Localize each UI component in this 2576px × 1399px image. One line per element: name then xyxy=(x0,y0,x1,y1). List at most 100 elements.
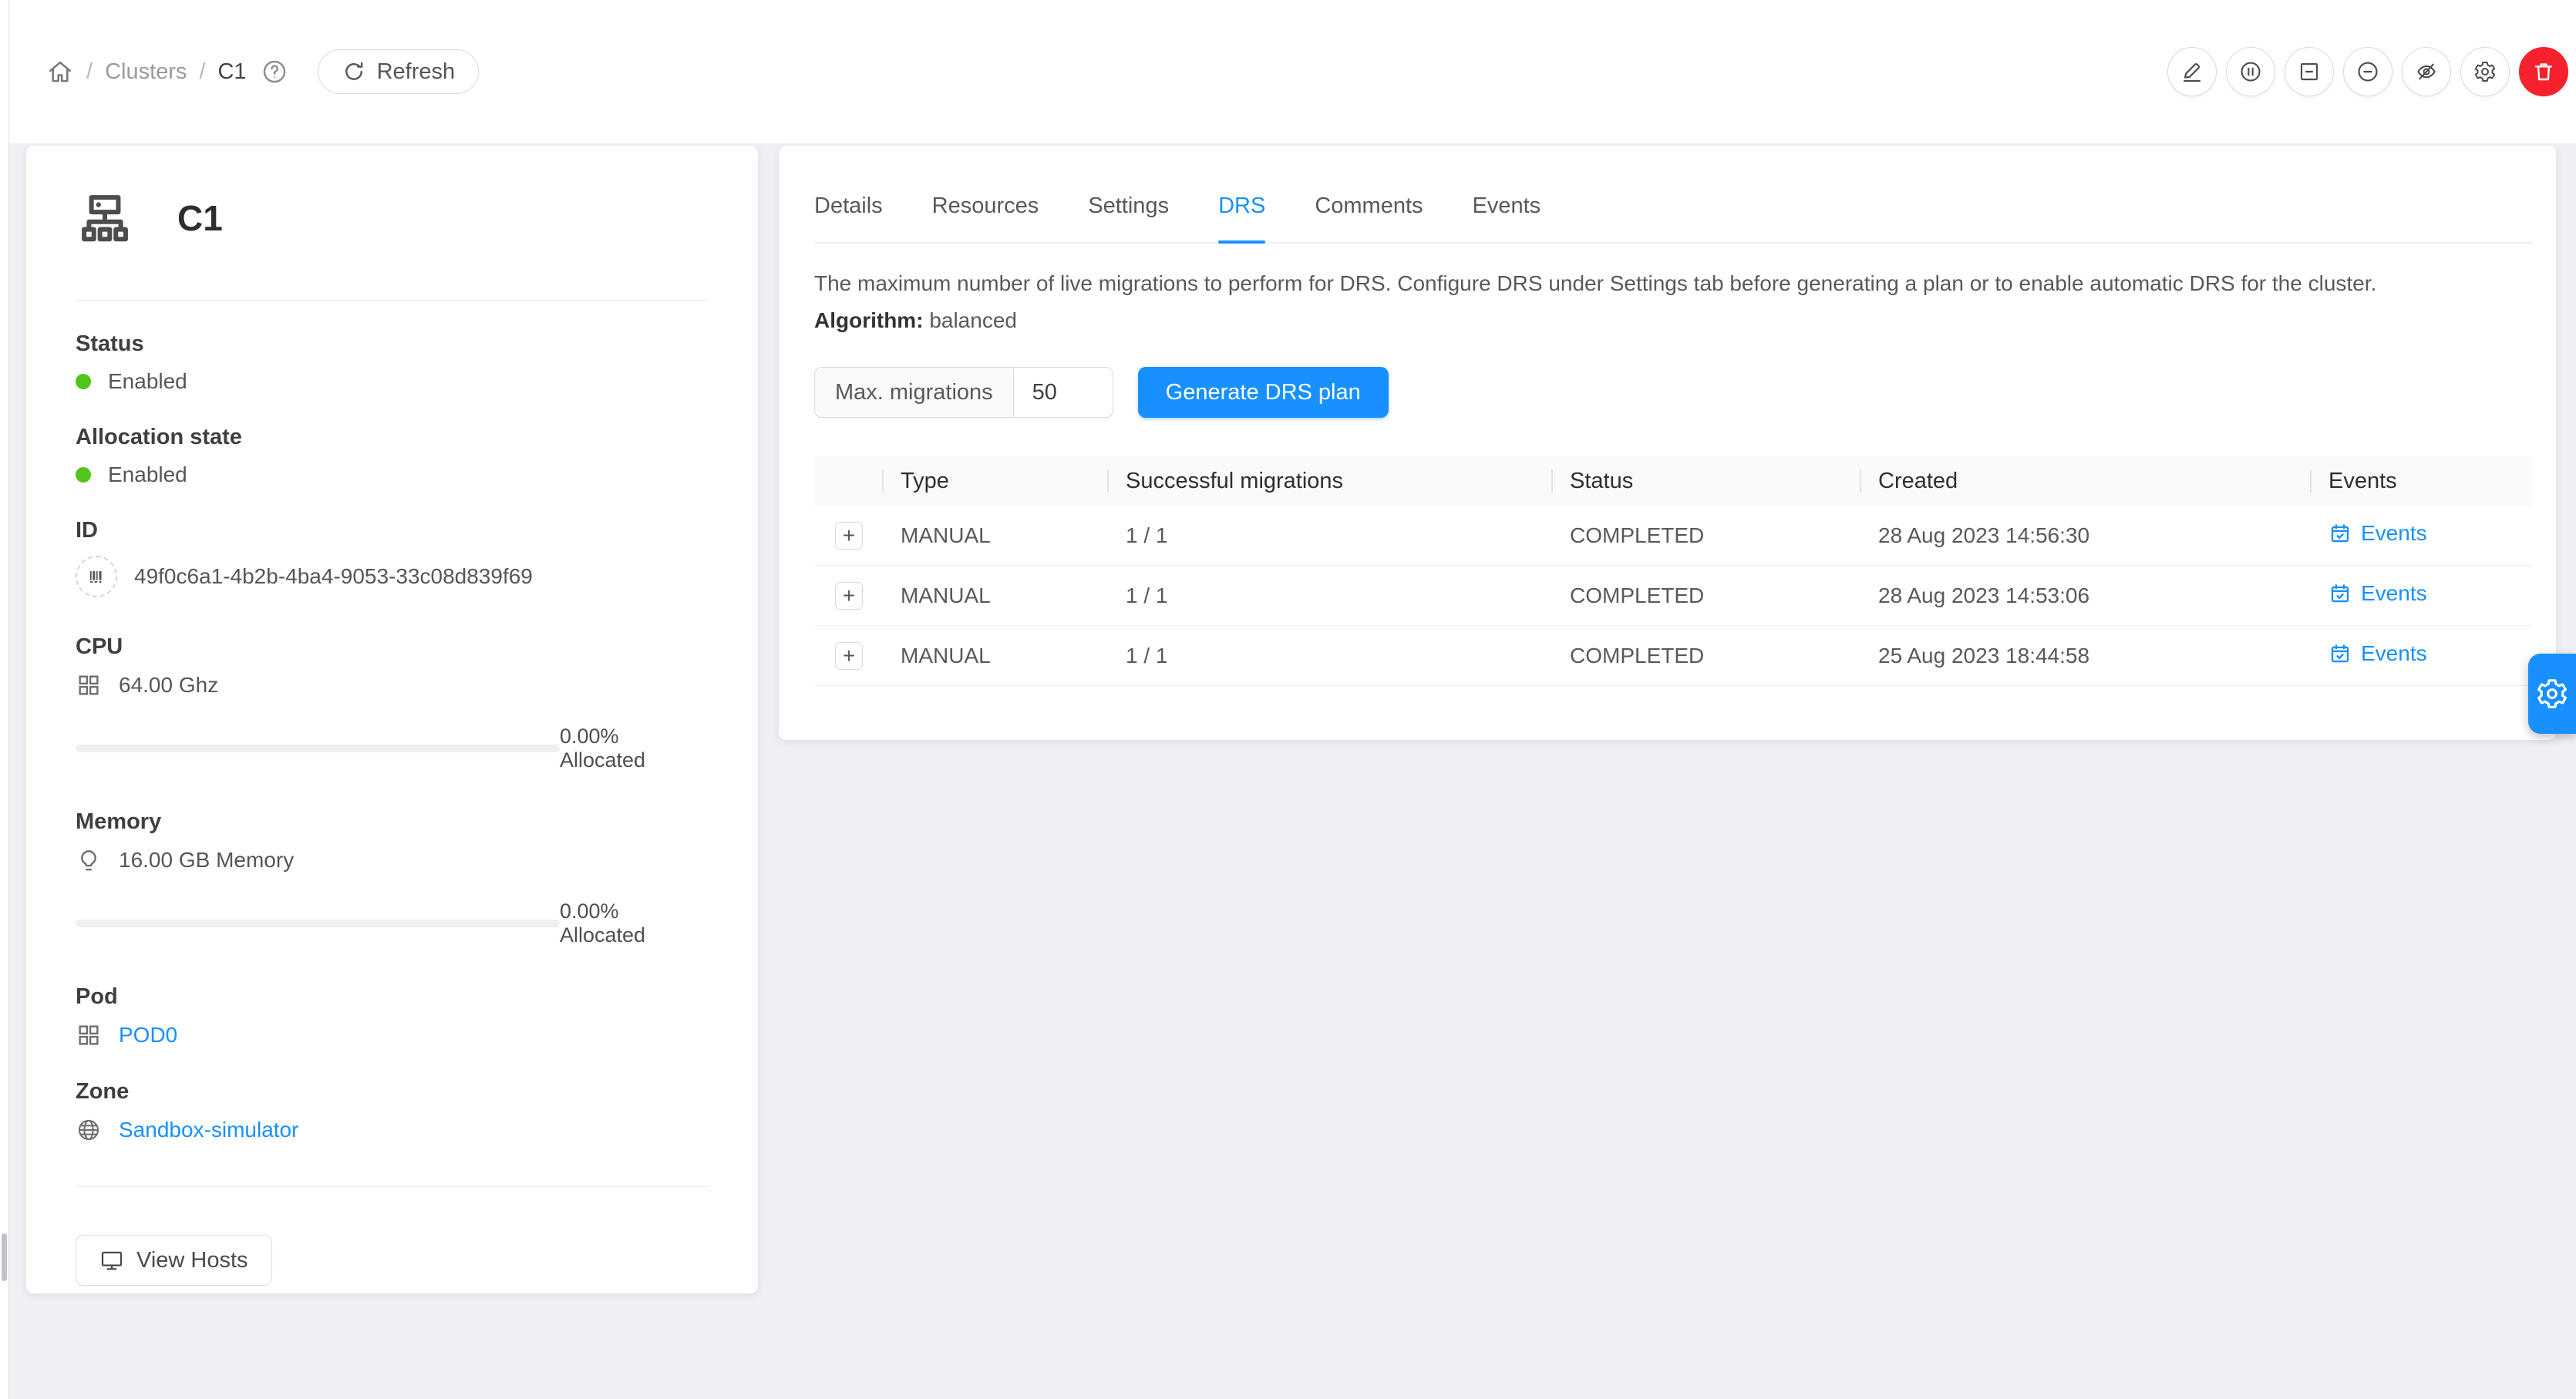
tab-resources[interactable]: Resources xyxy=(932,193,1039,242)
appstore-icon xyxy=(76,672,102,698)
drs-plans-table: Type Successful migrations Status Create… xyxy=(814,456,2533,686)
breadcrumb-separator: / xyxy=(199,59,205,85)
square-minus-icon xyxy=(2297,59,2322,84)
allocation-dot-icon xyxy=(76,467,91,483)
status-value: Enabled xyxy=(108,369,187,394)
cell-type: MANUAL xyxy=(884,583,1109,608)
column-header-status: Status xyxy=(1553,456,1861,506)
barcode-icon xyxy=(76,556,117,597)
max-migrations-input[interactable] xyxy=(1013,367,1113,418)
refresh-label: Refresh xyxy=(377,59,456,85)
cpu-allocated-label: 0.00% Allocated xyxy=(560,725,709,772)
hide-button[interactable] xyxy=(2402,47,2451,96)
zone-link[interactable]: Sandbox-simulator xyxy=(119,1118,298,1142)
cpu-progress-row: 0.00% Allocated xyxy=(76,725,709,772)
help-circle-icon[interactable] xyxy=(261,58,288,86)
divider xyxy=(76,300,709,301)
events-link[interactable]: Events xyxy=(2329,641,2427,666)
cell-status: COMPLETED xyxy=(1553,583,1861,608)
minus-circle-icon xyxy=(2355,59,2380,84)
cell-status: COMPLETED xyxy=(1553,523,1861,548)
cell-status: COMPLETED xyxy=(1553,644,1861,668)
cell-created: 28 Aug 2023 14:56:30 xyxy=(1861,523,2312,548)
delete-button[interactable] xyxy=(2519,47,2568,96)
details-panel: Details Resources Settings DRS Comments … xyxy=(779,146,2556,740)
algorithm-label: Algorithm: xyxy=(814,308,924,332)
project-settings-button[interactable] xyxy=(2528,654,2576,734)
disable-button[interactable] xyxy=(2343,47,2392,96)
cell-created: 28 Aug 2023 14:53:06 xyxy=(1861,583,2312,608)
tab-comments[interactable]: Comments xyxy=(1315,193,1423,242)
pod-label: Pod xyxy=(76,984,709,1010)
bulb-icon xyxy=(76,847,102,873)
appstore-icon xyxy=(76,1022,102,1048)
drs-description: The maximum number of live migrations to… xyxy=(814,271,2533,296)
eye-invisible-icon xyxy=(2414,59,2439,84)
edit-button[interactable] xyxy=(2167,47,2217,96)
tab-bar: Details Resources Settings DRS Comments … xyxy=(814,146,2533,244)
tab-details[interactable]: Details xyxy=(814,193,883,242)
allocation-state-label: Allocation state xyxy=(76,425,709,450)
breadcrumb-item-clusters[interactable]: Clusters xyxy=(105,59,187,85)
refresh-icon xyxy=(342,59,366,84)
expand-row-button[interactable]: + xyxy=(835,582,863,610)
zone-value-row: Sandbox-simulator xyxy=(76,1117,709,1143)
events-link[interactable]: Events xyxy=(2329,521,2427,546)
trash-icon xyxy=(2531,59,2556,84)
drs-controls: Max. migrations Generate DRS plan xyxy=(814,367,2533,418)
cpu-progress-bar xyxy=(76,745,560,752)
table-row: + MANUAL 1 / 1 COMPLETED 28 Aug 2023 14:… xyxy=(814,506,2533,566)
table-row: + MANUAL 1 / 1 COMPLETED 25 Aug 2023 18:… xyxy=(814,626,2533,686)
refresh-button[interactable]: Refresh xyxy=(318,49,480,94)
column-header-successful-migrations: Successful migrations xyxy=(1109,456,1553,506)
view-hosts-button[interactable]: View Hosts xyxy=(76,1235,272,1286)
zone-label: Zone xyxy=(76,1079,709,1105)
expand-row-button[interactable]: + xyxy=(835,522,863,550)
generate-drs-plan-button[interactable]: Generate DRS plan xyxy=(1138,367,1389,418)
cell-type: MANUAL xyxy=(884,523,1109,548)
cell-successful-migrations: 1 / 1 xyxy=(1109,523,1553,548)
id-value-row: 49f0c6a1-4b2b-4ba4-9053-33c08d839f69 xyxy=(76,556,709,597)
configure-button[interactable] xyxy=(2460,47,2510,96)
events-link-label: Events xyxy=(2361,641,2427,666)
cell-type: MANUAL xyxy=(884,644,1109,668)
tab-drs[interactable]: DRS xyxy=(1218,193,1265,242)
resource-title: C1 xyxy=(177,197,223,239)
events-link[interactable]: Events xyxy=(2329,581,2427,606)
max-migrations-group: Max. migrations xyxy=(814,367,1113,418)
schedule-icon xyxy=(2329,642,2352,665)
pencil-icon xyxy=(2180,59,2204,84)
pause-button[interactable] xyxy=(2226,47,2275,96)
schedule-icon xyxy=(2329,522,2352,545)
table-header: Type Successful migrations Status Create… xyxy=(814,456,2533,506)
page-header: / Clusters / C1 Refresh xyxy=(9,0,2576,143)
events-link-label: Events xyxy=(2361,581,2427,606)
expand-row-button[interactable]: + xyxy=(835,642,863,670)
memory-label: Memory xyxy=(76,809,709,835)
cpu-value: 64.00 Ghz xyxy=(119,673,218,698)
memory-value-row: 16.00 GB Memory xyxy=(76,847,709,873)
breadcrumb-separator: / xyxy=(86,59,93,85)
expand-column-header xyxy=(814,456,884,506)
cluster-icon xyxy=(76,189,134,247)
resource-info-panel: C1 Status Enabled Allocation state Enabl… xyxy=(26,146,758,1293)
tab-settings[interactable]: Settings xyxy=(1088,193,1169,242)
allocation-state-value-row: Enabled xyxy=(76,462,709,487)
pause-circle-icon xyxy=(2238,59,2263,84)
drs-algorithm-row: Algorithm: balanced xyxy=(814,308,2533,333)
window-edge-panel xyxy=(0,0,9,1399)
breadcrumb-item-current: C1 xyxy=(217,59,246,85)
memory-allocated-label: 0.00% Allocated xyxy=(560,900,709,947)
cell-successful-migrations: 1 / 1 xyxy=(1109,644,1553,668)
pod-link[interactable]: POD0 xyxy=(119,1023,177,1048)
tab-events[interactable]: Events xyxy=(1473,193,1541,242)
desktop-icon xyxy=(99,1248,124,1273)
algorithm-value: balanced xyxy=(929,308,1017,332)
scrollbar-thumb[interactable] xyxy=(2,1233,7,1281)
home-icon[interactable] xyxy=(46,58,74,86)
id-label: ID xyxy=(76,518,709,543)
unmanage-button[interactable] xyxy=(2285,47,2334,96)
gear-icon xyxy=(2534,676,2570,711)
events-link-label: Events xyxy=(2361,521,2427,546)
allocation-state-value: Enabled xyxy=(108,462,187,487)
